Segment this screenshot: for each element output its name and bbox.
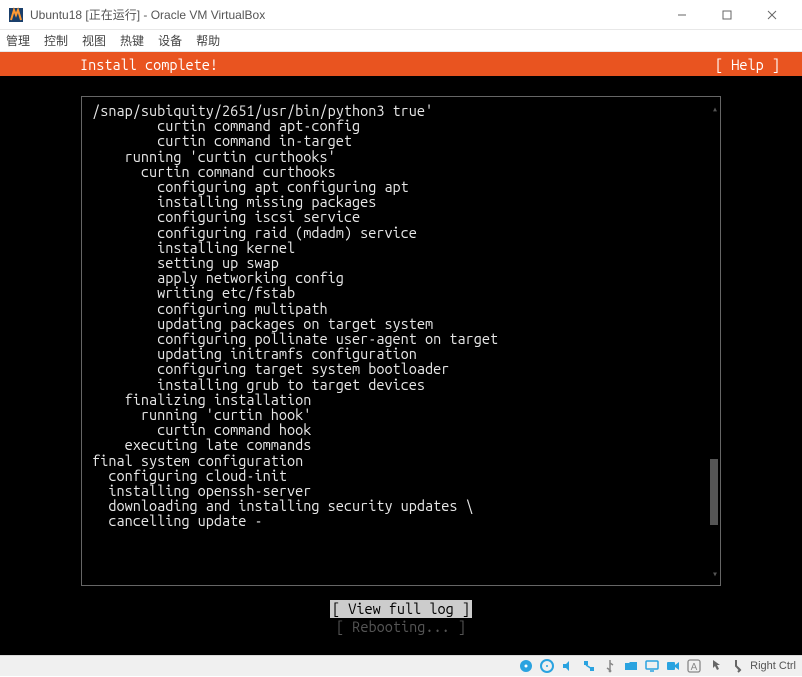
help-button[interactable]: [ Help ]	[715, 56, 780, 73]
action-buttons: [ View full log ] [ Rebooting... ]	[0, 600, 802, 636]
log-line: executing late commands	[84, 437, 710, 452]
menu-management[interactable]: 管理	[6, 32, 30, 49]
scroll-down-icon[interactable]: ▾	[712, 566, 718, 581]
svg-text:A: A	[691, 662, 698, 673]
menu-devices[interactable]: 设备	[158, 32, 182, 49]
log-line: updating packages on target system	[84, 316, 710, 331]
log-line: configuring iscsi service	[84, 209, 710, 224]
usb-icon[interactable]	[601, 658, 619, 674]
menu-view[interactable]: 视图	[82, 32, 106, 49]
menu-help[interactable]: 帮助	[196, 32, 220, 49]
window-titlebar: Ubuntu18 [正在运行] - Oracle VM VirtualBox	[0, 0, 802, 30]
maximize-button[interactable]	[704, 0, 749, 30]
log-line: updating initramfs configuration	[84, 346, 710, 361]
menu-hotkey[interactable]: 热键	[120, 32, 144, 49]
audio-icon[interactable]	[559, 658, 577, 674]
log-line: finalizing installation	[84, 392, 710, 407]
log-line: installing missing packages	[84, 194, 710, 209]
optical-disk-icon[interactable]	[538, 658, 556, 674]
guest-additions-icon[interactable]: A	[685, 658, 703, 674]
virtualbox-icon	[8, 7, 24, 23]
log-line: curtin command apt-config	[84, 118, 710, 133]
log-line: configuring target system bootloader	[84, 361, 710, 376]
log-line: curtin command hook	[84, 422, 710, 437]
log-line: apply networking config	[84, 270, 710, 285]
status-bar: A Right Ctrl	[0, 655, 802, 676]
mouse-integration-icon[interactable]	[706, 658, 724, 674]
menu-control[interactable]: 控制	[44, 32, 68, 49]
install-log: /snap/subiquity/2651/usr/bin/python3 tru…	[84, 103, 710, 529]
installer-header: Install complete! [ Help ]	[0, 52, 802, 76]
log-line: curtin command in-target	[84, 133, 710, 148]
log-line: configuring cloud-init	[84, 468, 710, 483]
hard-disk-icon[interactable]	[517, 658, 535, 674]
log-line: running 'curtin curthooks'	[84, 149, 710, 164]
window-controls	[659, 0, 794, 30]
scrollbar-thumb[interactable]	[710, 459, 718, 525]
log-line: downloading and installing security upda…	[84, 498, 710, 513]
log-line: configuring multipath	[84, 301, 710, 316]
vm-display[interactable]: Install complete! [ Help ] /snap/subiqui…	[0, 52, 802, 655]
log-line: writing etc/fstab	[84, 285, 710, 300]
shared-folders-icon[interactable]	[622, 658, 640, 674]
recording-icon[interactable]	[664, 658, 682, 674]
display-icon[interactable]	[643, 658, 661, 674]
log-line: curtin command curthooks	[84, 164, 710, 179]
close-button[interactable]	[749, 0, 794, 30]
host-key-icon[interactable]	[727, 658, 745, 674]
log-line: running 'curtin hook'	[84, 407, 710, 422]
view-full-log-button[interactable]: [ View full log ]	[330, 600, 472, 618]
network-icon[interactable]	[580, 658, 598, 674]
install-log-box: /snap/subiquity/2651/usr/bin/python3 tru…	[81, 96, 721, 586]
log-line: /snap/subiquity/2651/usr/bin/python3 tru…	[84, 103, 710, 118]
menu-bar: 管理 控制 视图 热键 设备 帮助	[0, 30, 802, 52]
log-line: installing grub to target devices	[84, 377, 710, 392]
log-line: installing openssh-server	[84, 483, 710, 498]
log-line: configuring pollinate user-agent on targ…	[84, 331, 710, 346]
scroll-up-icon[interactable]: ▴	[712, 101, 718, 116]
log-line: installing kernel	[84, 240, 710, 255]
host-key-label: Right Ctrl	[750, 660, 796, 672]
window-title: Ubuntu18 [正在运行] - Oracle VM VirtualBox	[30, 6, 659, 23]
reboot-button[interactable]: [ Rebooting... ]	[334, 618, 468, 636]
log-line: cancelling update -	[84, 513, 710, 528]
log-line: configuring apt configuring apt	[84, 179, 710, 194]
log-line: final system configuration	[84, 453, 710, 468]
installer-title: Install complete!	[22, 56, 218, 73]
log-line: configuring raid (mdadm) service	[84, 225, 710, 240]
minimize-button[interactable]	[659, 0, 704, 30]
log-line: setting up swap	[84, 255, 710, 270]
